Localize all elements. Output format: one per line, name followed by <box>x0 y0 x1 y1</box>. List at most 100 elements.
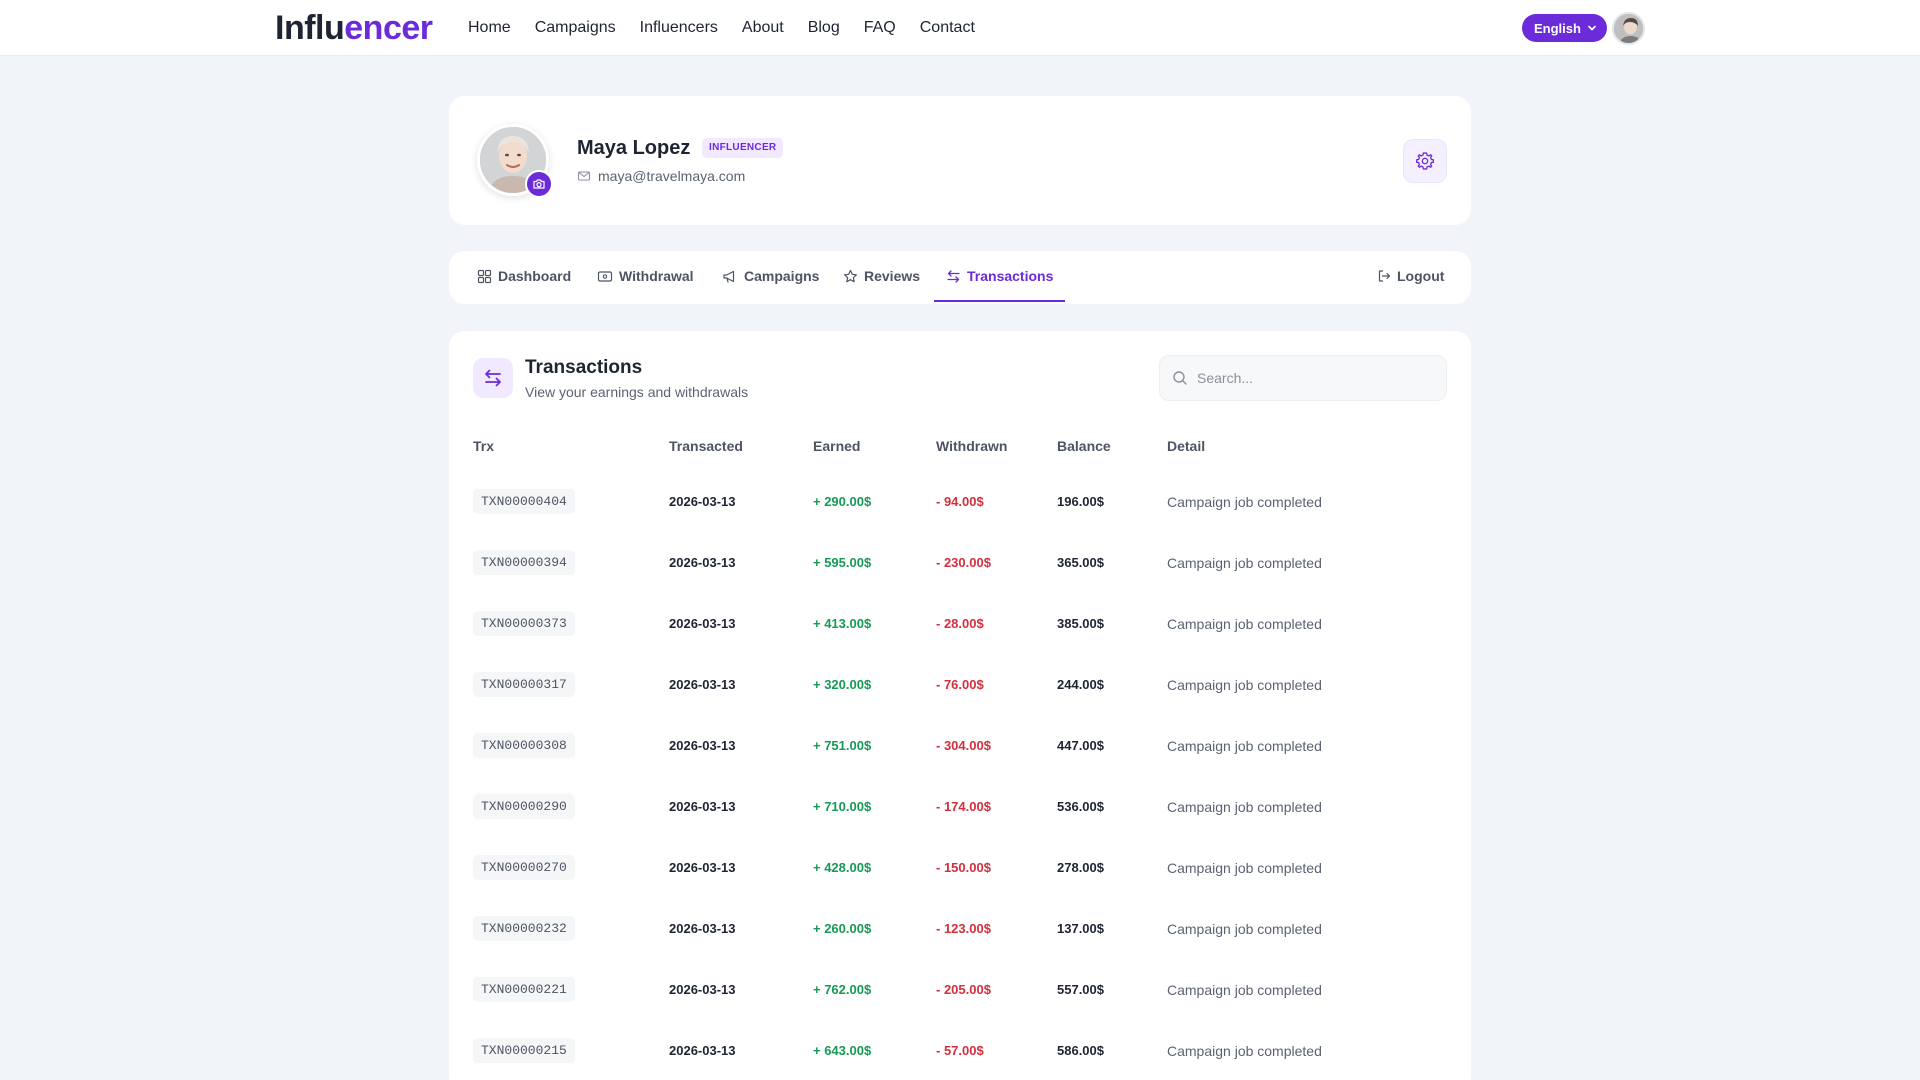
earned-cell: + 320.00$ <box>813 677 872 692</box>
transactions-subtitle: View your earnings and withdrawals <box>525 384 749 400</box>
table-row: TXN00000404 2026-03-13 + 290.00$ - 94.00… <box>449 471 1471 532</box>
table-row: TXN00000290 2026-03-13 + 710.00$ - 174.0… <box>449 776 1471 837</box>
trx-code: TXN00000308 <box>473 733 575 758</box>
withdrawn-cell: - 174.00$ <box>936 799 991 814</box>
withdrawn-cell: - 150.00$ <box>936 860 991 875</box>
wallet-icon <box>597 270 613 282</box>
balance-cell: 137.00$ <box>1057 921 1104 936</box>
table-row: TXN00000394 2026-03-13 + 595.00$ - 230.0… <box>449 532 1471 593</box>
detail-cell: Campaign job completed <box>1167 859 1322 876</box>
nav-link-blog[interactable]: Blog <box>808 17 840 39</box>
brand-logo[interactable]: Influencer <box>275 8 433 48</box>
withdrawn-cell: - 205.00$ <box>936 982 991 997</box>
grid-icon <box>477 269 492 283</box>
balance-cell: 557.00$ <box>1057 982 1104 997</box>
balance-cell: 586.00$ <box>1057 1043 1104 1058</box>
trx-cell: TXN00000394 <box>473 532 575 593</box>
detail-cell: Campaign job completed <box>1167 615 1322 632</box>
transactions-header-icon-box <box>473 358 513 398</box>
detail-cell: Campaign job completed <box>1167 493 1322 510</box>
mail-icon <box>577 171 591 181</box>
transacted-cell: 2026-03-13 <box>669 677 736 692</box>
megaphone-icon <box>723 270 735 283</box>
arrows-exchange-icon <box>947 269 960 283</box>
trx-code: TXN00000215 <box>473 1038 575 1063</box>
language-label: English <box>1534 20 1581 36</box>
tab-withdrawal-label: Withdrawal <box>619 268 694 284</box>
balance-cell: 536.00$ <box>1057 799 1104 814</box>
balance-cell: 385.00$ <box>1057 616 1104 631</box>
nav-link-home[interactable]: Home <box>468 17 511 39</box>
column-header-transacted: Transacted <box>669 438 743 454</box>
tab-reviews-label: Reviews <box>864 268 921 284</box>
search-input[interactable] <box>1197 370 1427 386</box>
chevron-down-icon <box>1588 25 1596 31</box>
earned-cell: + 260.00$ <box>813 921 872 936</box>
table-row: TXN00000221 2026-03-13 + 762.00$ - 205.0… <box>449 959 1471 1020</box>
detail-cell: Campaign job completed <box>1167 737 1322 754</box>
transactions-title: Transactions <box>525 357 643 378</box>
trx-cell: TXN00000221 <box>473 959 575 1020</box>
main-nav: Home Campaigns Influencers About Blog FA… <box>468 17 975 39</box>
logout-button[interactable]: Logout <box>1377 251 1444 301</box>
tab-reviews[interactable]: Reviews <box>843 251 920 301</box>
earned-cell: + 290.00$ <box>813 494 872 509</box>
detail-cell: Campaign job completed <box>1167 798 1322 815</box>
brand-logo-part2: encer <box>344 9 433 47</box>
detail-cell: Campaign job completed <box>1167 554 1322 571</box>
trx-cell: TXN00000404 <box>473 471 575 532</box>
trx-cell: TXN00000215 <box>473 1020 575 1080</box>
language-dropdown[interactable]: English <box>1522 14 1607 42</box>
earned-cell: + 751.00$ <box>813 738 872 753</box>
table-row: TXN00000317 2026-03-13 + 320.00$ - 76.00… <box>449 654 1471 715</box>
transacted-cell: 2026-03-13 <box>669 494 736 509</box>
nav-link-campaigns[interactable]: Campaigns <box>535 17 616 39</box>
withdrawn-cell: - 123.00$ <box>936 921 991 936</box>
tab-withdrawal[interactable]: Withdrawal <box>597 251 694 301</box>
tab-dashboard[interactable]: Dashboard <box>477 251 571 301</box>
settings-button[interactable] <box>1403 139 1447 183</box>
user-avatar[interactable] <box>1612 12 1645 45</box>
withdrawn-cell: - 57.00$ <box>936 1043 984 1058</box>
nav-link-faq[interactable]: FAQ <box>864 17 896 39</box>
brand-logo-part1: Influ <box>275 9 345 47</box>
search-box <box>1159 355 1447 401</box>
trx-code: TXN00000404 <box>473 489 575 514</box>
arrows-exchange-icon <box>485 369 501 387</box>
tab-campaigns-label: Campaigns <box>744 268 820 284</box>
tab-dashboard-label: Dashboard <box>498 268 572 284</box>
trx-code: TXN00000373 <box>473 611 575 636</box>
withdrawn-cell: - 76.00$ <box>936 677 984 692</box>
withdrawn-cell: - 230.00$ <box>936 555 991 570</box>
earned-cell: + 643.00$ <box>813 1043 872 1058</box>
balance-cell: 244.00$ <box>1057 677 1104 692</box>
earned-cell: + 595.00$ <box>813 555 872 570</box>
table-row: TXN00000232 2026-03-13 + 260.00$ - 123.0… <box>449 898 1471 959</box>
tab-transactions[interactable]: Transactions <box>933 251 1066 302</box>
profile-email: maya@travelmaya.com <box>577 168 745 184</box>
logout-label: Logout <box>1397 268 1445 284</box>
trx-cell: TXN00000308 <box>473 715 575 776</box>
nav-link-influencers[interactable]: Influencers <box>640 17 718 39</box>
transacted-cell: 2026-03-13 <box>669 982 736 997</box>
trx-code: TXN00000221 <box>473 977 575 1002</box>
transacted-cell: 2026-03-13 <box>669 616 736 631</box>
search-icon <box>1173 371 1187 385</box>
balance-cell: 278.00$ <box>1057 860 1104 875</box>
profile-card: Maya Lopez INFLUENCER maya@travelmaya.co… <box>449 96 1471 225</box>
profile-email-text: maya@travelmaya.com <box>598 168 746 184</box>
change-photo-button[interactable] <box>525 170 553 198</box>
balance-cell: 196.00$ <box>1057 494 1104 509</box>
trx-cell: TXN00000270 <box>473 837 575 898</box>
star-icon <box>844 269 857 282</box>
earned-cell: + 762.00$ <box>813 982 872 997</box>
trx-code: TXN00000317 <box>473 672 575 697</box>
column-header-detail: Detail <box>1167 438 1206 454</box>
nav-link-about[interactable]: About <box>742 17 784 39</box>
detail-cell: Campaign job completed <box>1167 676 1322 693</box>
table-row: TXN00000308 2026-03-13 + 751.00$ - 304.0… <box>449 715 1471 776</box>
column-header-trx: Trx <box>473 438 495 454</box>
nav-link-contact[interactable]: Contact <box>920 17 975 39</box>
tab-campaigns[interactable]: Campaigns <box>722 251 819 301</box>
gear-icon <box>1416 152 1434 170</box>
